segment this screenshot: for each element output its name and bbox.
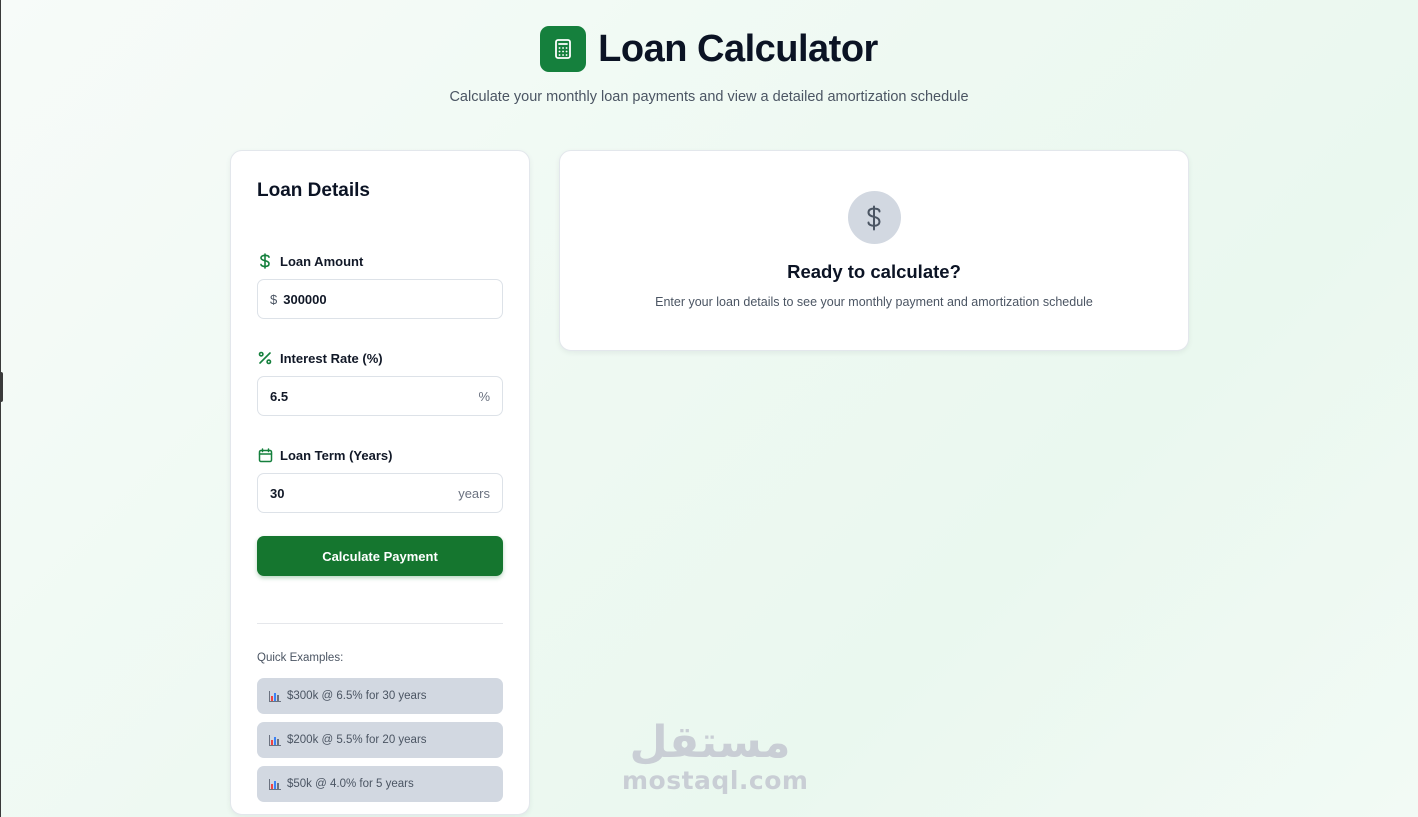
ready-subtitle: Enter your loan details to see your mont… [655,295,1093,309]
quick-examples-label: Quick Examples: [257,652,344,664]
page-title: Loan Calculator [598,27,878,70]
quick-example-label: $200k @ 5.5% for 20 years [287,734,427,746]
title-row: Loan Calculator [0,26,1418,72]
interest-rate-input[interactable] [270,388,410,404]
loan-details-card: Loan Details Loan Amount $ Interest Rate… [230,150,530,815]
loan-amount-field[interactable]: $ [257,279,503,319]
percent-icon [257,350,273,366]
loan-term-label: Loan Term (Years) [257,446,503,464]
interest-rate-label-text: Interest Rate (%) [280,350,383,366]
ready-title: Ready to calculate? [787,261,961,282]
bar-chart-icon [269,734,281,746]
loan-term-suffix: years [458,485,490,501]
loan-term-input[interactable] [270,485,410,501]
calculate-payment-button[interactable]: Calculate Payment [257,536,503,576]
watermark: مستقل mostaql.com [622,717,809,795]
calculator-icon [540,26,587,72]
interest-rate-field[interactable]: % [257,376,503,416]
interest-rate-suffix: % [478,388,490,404]
bar-chart-icon [269,690,281,702]
quick-example-button[interactable]: $200k @ 5.5% for 20 years [257,722,503,758]
page-header: Loan Calculator Calculate your monthly l… [0,26,1418,105]
watermark-arabic: مستقل [629,717,791,768]
loan-amount-input[interactable] [283,291,424,307]
dollar-icon [847,191,901,244]
window-resize-handle[interactable] [0,372,3,402]
calendar-icon [257,447,273,463]
result-card: Ready to calculate? Enter your loan deta… [559,150,1189,351]
quick-example-button[interactable]: $300k @ 6.5% for 30 years [257,678,503,714]
page-subtitle: Calculate your monthly loan payments and… [449,89,969,105]
loan-amount-prefix: $ [270,291,278,307]
quick-example-label: $50k @ 4.0% for 5 years [287,778,414,790]
window-edge [0,0,1,817]
dollar-icon [257,253,273,269]
bar-chart-icon [269,778,281,790]
loan-details-title: Loan Details [257,180,370,201]
loan-term-field[interactable]: years [257,473,503,513]
interest-rate-label: Interest Rate (%) [257,349,503,367]
loan-amount-label-text: Loan Amount [280,253,364,269]
loan-term-label-text: Loan Term (Years) [280,447,393,463]
watermark-latin: mostaql.com [622,766,809,795]
loan-amount-label: Loan Amount [257,252,503,270]
quick-example-label: $300k @ 6.5% for 30 years [287,690,427,702]
quick-example-button[interactable]: $50k @ 4.0% for 5 years [257,766,503,802]
divider [257,623,503,624]
